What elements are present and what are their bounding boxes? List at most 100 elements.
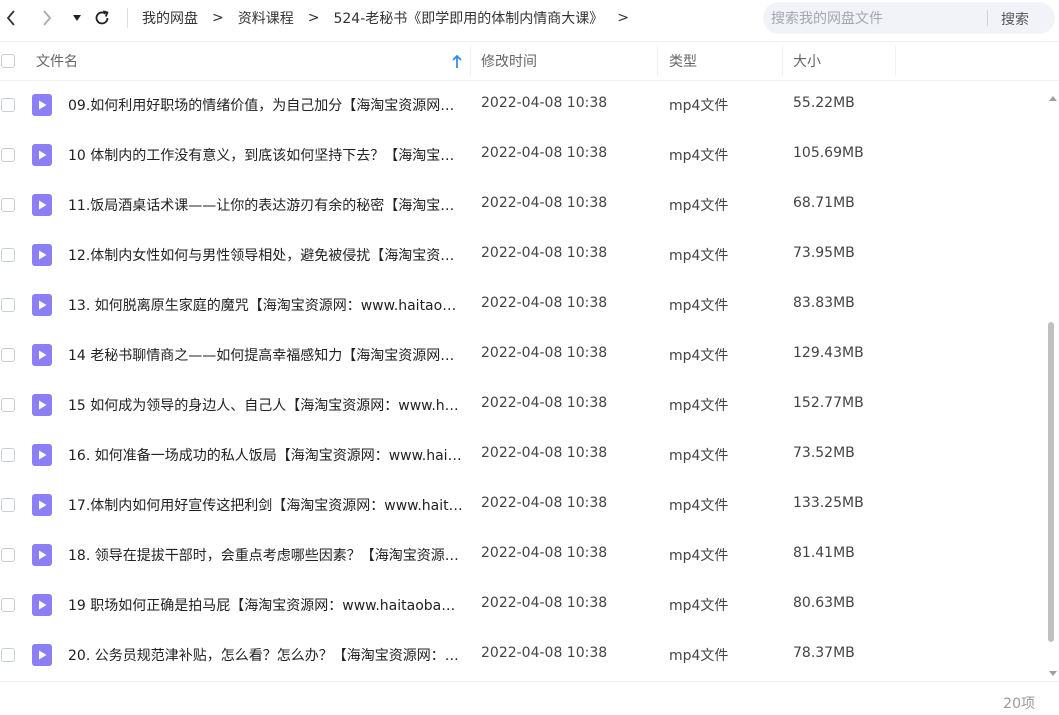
file-modified-time: 2022-04-08 10:38 [481, 245, 608, 261]
row-checkbox[interactable] [1, 198, 15, 212]
search-input[interactable] [769, 8, 983, 30]
file-type: mp4文件 [669, 548, 729, 564]
file-name[interactable]: 17.体制内如何用好宣传这把利剑【海淘宝资源网：www.haitaobao.ne… [68, 495, 463, 515]
file-type: mp4文件 [669, 148, 729, 164]
video-file-icon [32, 144, 52, 166]
video-file-icon [32, 294, 52, 316]
column-header-type[interactable]: 类型 [669, 42, 697, 80]
file-row[interactable]: 17.体制内如何用好宣传这把利剑【海淘宝资源网：www.haitaobao.ne… [0, 480, 1045, 530]
scroll-up-icon[interactable] [1049, 86, 1057, 105]
breadcrumb-separator: > [212, 10, 224, 26]
row-checkbox[interactable] [1, 548, 15, 562]
file-modified-time: 2022-04-08 10:38 [481, 645, 608, 661]
file-row[interactable]: 12.体制内女性如何与男性领导相处，避免被侵扰【海淘宝资源网：www.haita… [0, 230, 1045, 280]
file-size: 73.52MB [793, 445, 855, 461]
file-name[interactable]: 20. 公务员规范津补贴，怎么看？怎么办？【海淘宝资源网：www.haitaob… [68, 645, 463, 665]
search-divider [987, 10, 988, 26]
file-name[interactable]: 12.体制内女性如何与男性领导相处，避免被侵扰【海淘宝资源网：www.haita… [68, 245, 463, 265]
file-size: 80.63MB [793, 595, 855, 611]
row-checkbox[interactable] [1, 598, 15, 612]
vertical-scrollbar[interactable] [1045, 82, 1059, 678]
back-icon[interactable] [2, 6, 20, 30]
file-modified-time: 2022-04-08 10:38 [481, 395, 608, 411]
row-checkbox[interactable] [1, 148, 15, 162]
file-modified-time: 2022-04-08 10:38 [481, 145, 608, 161]
file-name[interactable]: 18. 领导在提拔干部时，会重点考虑哪些因素？【海淘宝资源网：www.haita… [68, 545, 463, 565]
file-type: mp4文件 [669, 398, 729, 414]
row-checkbox[interactable] [1, 298, 15, 312]
forward-icon[interactable] [38, 6, 56, 30]
row-checkbox[interactable] [1, 398, 15, 412]
scrollbar-thumb[interactable] [1048, 322, 1054, 642]
video-file-icon [32, 444, 52, 466]
file-row[interactable]: 11.饭局酒桌话术课——让你的表达游刃有余的秘密【海淘宝资源网：www.hait… [0, 180, 1045, 230]
column-divider[interactable] [470, 46, 471, 76]
video-file-icon [32, 94, 52, 116]
select-all-checkbox[interactable] [1, 42, 15, 80]
file-name[interactable]: 13. 如何脱离原生家庭的魔咒【海淘宝资源网：www.haitaobao.net… [68, 295, 463, 315]
file-row[interactable]: 18. 领导在提拔干部时，会重点考虑哪些因素？【海淘宝资源网：www.haita… [0, 530, 1045, 580]
video-file-icon [32, 344, 52, 366]
file-type: mp4文件 [669, 648, 729, 664]
row-checkbox[interactable] [1, 648, 15, 662]
video-file-icon [32, 194, 52, 216]
file-name[interactable]: 19 职场如何正确是拍马屁【海淘宝资源网：www.haitaobao.net】 [68, 595, 463, 615]
breadcrumb-item[interactable]: 我的网盘 [142, 8, 198, 28]
top-toolbar: 我的网盘 > 资料课程 > 524-老秘书《即学即用的体制内情商大课》 > 搜索 [0, 0, 1059, 38]
row-checkbox[interactable] [1, 98, 15, 112]
file-name[interactable]: 14 老秘书聊情商之——如何提高幸福感知力【海淘宝资源网：www.haitaob… [68, 345, 463, 365]
file-row[interactable]: 19 职场如何正确是拍马屁【海淘宝资源网：www.haitaobao.net】 2… [0, 580, 1045, 630]
file-name[interactable]: 16. 如何准备一场成功的私人饭局【海淘宝资源网：www.haitaobao.n… [68, 445, 463, 465]
column-divider[interactable] [895, 46, 896, 76]
file-size: 133.25MB [793, 495, 864, 511]
column-header-modified[interactable]: 修改时间 [481, 42, 537, 80]
file-size: 129.43MB [793, 345, 864, 361]
search-button[interactable]: 搜索 [1001, 9, 1029, 29]
column-divider[interactable] [657, 46, 658, 76]
column-divider[interactable] [782, 46, 783, 76]
file-row[interactable]: 10 体制内的工作没有意义，到底该如何坚持下去？【海淘宝资源网：www.hait… [0, 130, 1045, 180]
status-bar: 20项 [0, 681, 1059, 715]
file-row[interactable]: 20. 公务员规范津补贴，怎么看？怎么办？【海淘宝资源网：www.haitaob… [0, 630, 1045, 680]
file-type: mp4文件 [669, 498, 729, 514]
search-box: 搜索 [763, 2, 1055, 34]
breadcrumb: 我的网盘 > 资料课程 > 524-老秘书《即学即用的体制内情商大课》 > [142, 8, 643, 28]
video-file-icon [32, 494, 52, 516]
column-header-size[interactable]: 大小 [793, 42, 821, 80]
file-modified-time: 2022-04-08 10:38 [481, 595, 608, 611]
file-row[interactable]: 13. 如何脱离原生家庭的魔咒【海淘宝资源网：www.haitaobao.net… [0, 280, 1045, 330]
video-file-icon [32, 244, 52, 266]
row-checkbox[interactable] [1, 248, 15, 262]
file-size: 105.69MB [793, 145, 864, 161]
file-type: mp4文件 [669, 198, 729, 214]
row-checkbox[interactable] [1, 498, 15, 512]
file-row[interactable]: 09.如何利用好职场的情绪价值，为自己加分【海淘宝资源网：www.haitaob… [0, 80, 1045, 130]
sort-ascending-icon[interactable] [451, 54, 463, 73]
column-header-name[interactable]: 文件名 [36, 42, 78, 80]
video-file-icon [32, 644, 52, 666]
file-modified-time: 2022-04-08 10:38 [481, 445, 608, 461]
file-size: 78.37MB [793, 645, 855, 661]
file-type: mp4文件 [669, 448, 729, 464]
breadcrumb-item[interactable]: 资料课程 [238, 8, 294, 28]
file-type: mp4文件 [669, 298, 729, 314]
file-row[interactable]: 15 如何成为领导的身边人、自己人【海淘宝资源网：www.haitaobao.n… [0, 380, 1045, 430]
scroll-down-icon[interactable] [1049, 662, 1057, 681]
breadcrumb-item[interactable]: 524-老秘书《即学即用的体制内情商大课》 [333, 8, 603, 28]
file-name[interactable]: 10 体制内的工作没有意义，到底该如何坚持下去？【海淘宝资源网：www.hait… [68, 145, 463, 165]
file-name[interactable]: 09.如何利用好职场的情绪价值，为自己加分【海淘宝资源网：www.haitaob… [68, 95, 463, 115]
file-size: 152.77MB [793, 395, 864, 411]
file-name[interactable]: 15 如何成为领导的身边人、自己人【海淘宝资源网：www.haitaobao.n… [68, 395, 463, 415]
file-modified-time: 2022-04-08 10:38 [481, 545, 608, 561]
video-file-icon [32, 594, 52, 616]
file-modified-time: 2022-04-08 10:38 [481, 295, 608, 311]
file-size: 68.71MB [793, 195, 855, 211]
row-checkbox[interactable] [1, 348, 15, 362]
refresh-icon[interactable] [92, 6, 112, 30]
file-modified-time: 2022-04-08 10:38 [481, 345, 608, 361]
file-row[interactable]: 14 老秘书聊情商之——如何提高幸福感知力【海淘宝资源网：www.haitaob… [0, 330, 1045, 380]
row-checkbox[interactable] [1, 448, 15, 462]
file-row[interactable]: 16. 如何准备一场成功的私人饭局【海淘宝资源网：www.haitaobao.n… [0, 430, 1045, 480]
file-name[interactable]: 11.饭局酒桌话术课——让你的表达游刃有余的秘密【海淘宝资源网：www.hait… [68, 195, 463, 215]
dropdown-icon[interactable] [70, 6, 84, 30]
